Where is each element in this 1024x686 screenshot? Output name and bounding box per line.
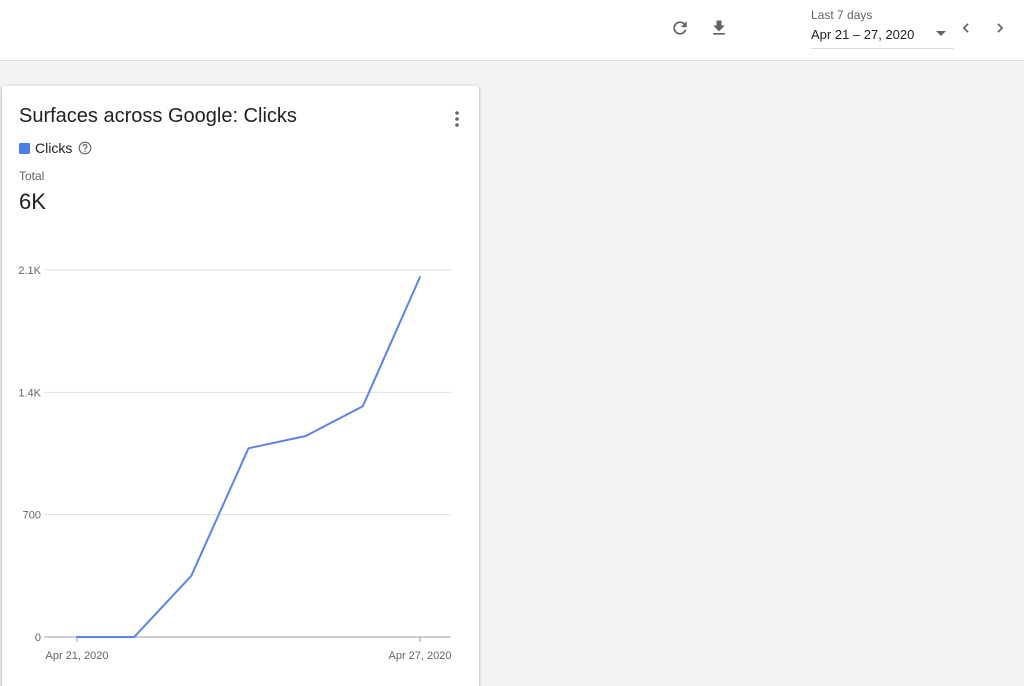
legend-swatch [19, 142, 30, 154]
date-range-label: Last 7 days [811, 8, 873, 22]
dropdown-caret-icon[interactable] [936, 31, 946, 36]
legend-label: Clicks [35, 140, 73, 156]
top-toolbar: Last 7 days Apr 21 – 27, 2020 [0, 0, 1024, 61]
refresh-icon[interactable] [668, 16, 692, 40]
y-tick-label: 0 [35, 632, 41, 644]
chart-legend: Clicks [19, 139, 92, 157]
y-tick-label: 1.4K [18, 387, 41, 399]
clicks-series-line [76, 276, 421, 638]
help-icon[interactable] [78, 141, 92, 155]
chevron-left-icon[interactable] [954, 16, 978, 40]
clicks-line-chart: 0 700 1.4K 2.1K Apr 21, 2020 Apr 27, 2020 [18, 265, 452, 662]
card-title: Surfaces across Google: Clicks [19, 105, 297, 127]
x-tick-label: Apr 27, 2020 [389, 650, 452, 662]
x-tick-label: Apr 21, 2020 [46, 650, 109, 662]
chevron-right-icon[interactable] [988, 16, 1012, 40]
y-tick-label: 2.1K [18, 265, 41, 277]
total-label: Total [19, 169, 45, 183]
y-tick-label: 700 [23, 510, 41, 522]
clicks-card: Surfaces across Google: Clicks Clicks To… [2, 86, 479, 686]
date-range-value: Apr 21 – 27, 2020 [811, 27, 915, 42]
date-range-selector[interactable]: Last 7 days Apr 21 – 27, 2020 [811, 7, 954, 49]
more-options-icon[interactable] [446, 106, 468, 132]
total-value: 6K [19, 189, 46, 214]
download-icon[interactable] [707, 16, 731, 40]
